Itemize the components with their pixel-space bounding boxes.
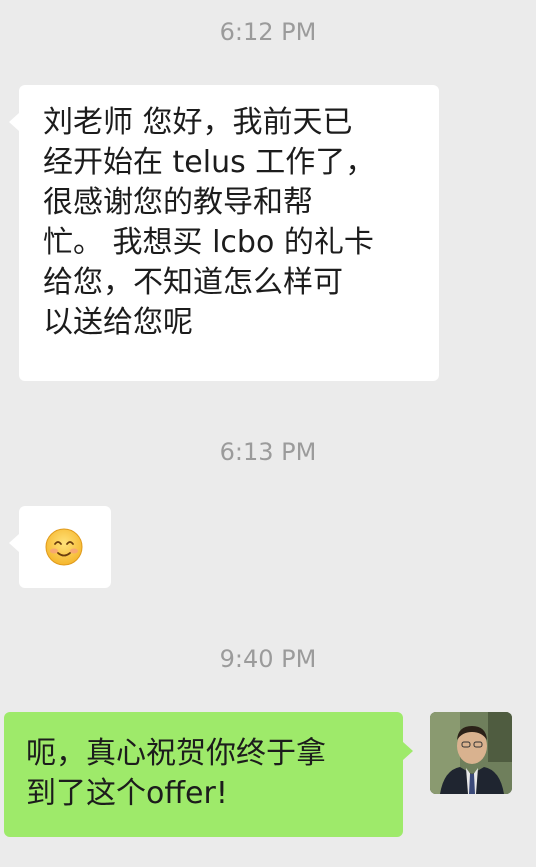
timestamp: 6:13 PM bbox=[219, 438, 317, 466]
avatar[interactable] bbox=[430, 712, 512, 794]
timestamp: 6:12 PM bbox=[219, 18, 317, 46]
incoming-emoji-bubble[interactable] bbox=[9, 506, 111, 588]
person-avatar-icon bbox=[430, 712, 512, 794]
message-text: 呃，真心祝贺你终于拿 到了这个offer! bbox=[26, 736, 326, 811]
incoming-message-bubble[interactable]: 刘老师 您好，我前天已 经开始在 telus 工作了， 很感谢您的教导和帮 忙。… bbox=[9, 85, 439, 381]
timestamp: 9:40 PM bbox=[219, 645, 317, 673]
outgoing-message-bubble[interactable]: 呃，真心祝贺你终于拿 到了这个offer! bbox=[4, 712, 413, 837]
message-text: 刘老师 您好，我前天已 经开始在 telus 工作了， 很感谢您的教导和帮 忙。… bbox=[43, 105, 376, 340]
smiling-face-emoji-icon bbox=[45, 528, 83, 566]
